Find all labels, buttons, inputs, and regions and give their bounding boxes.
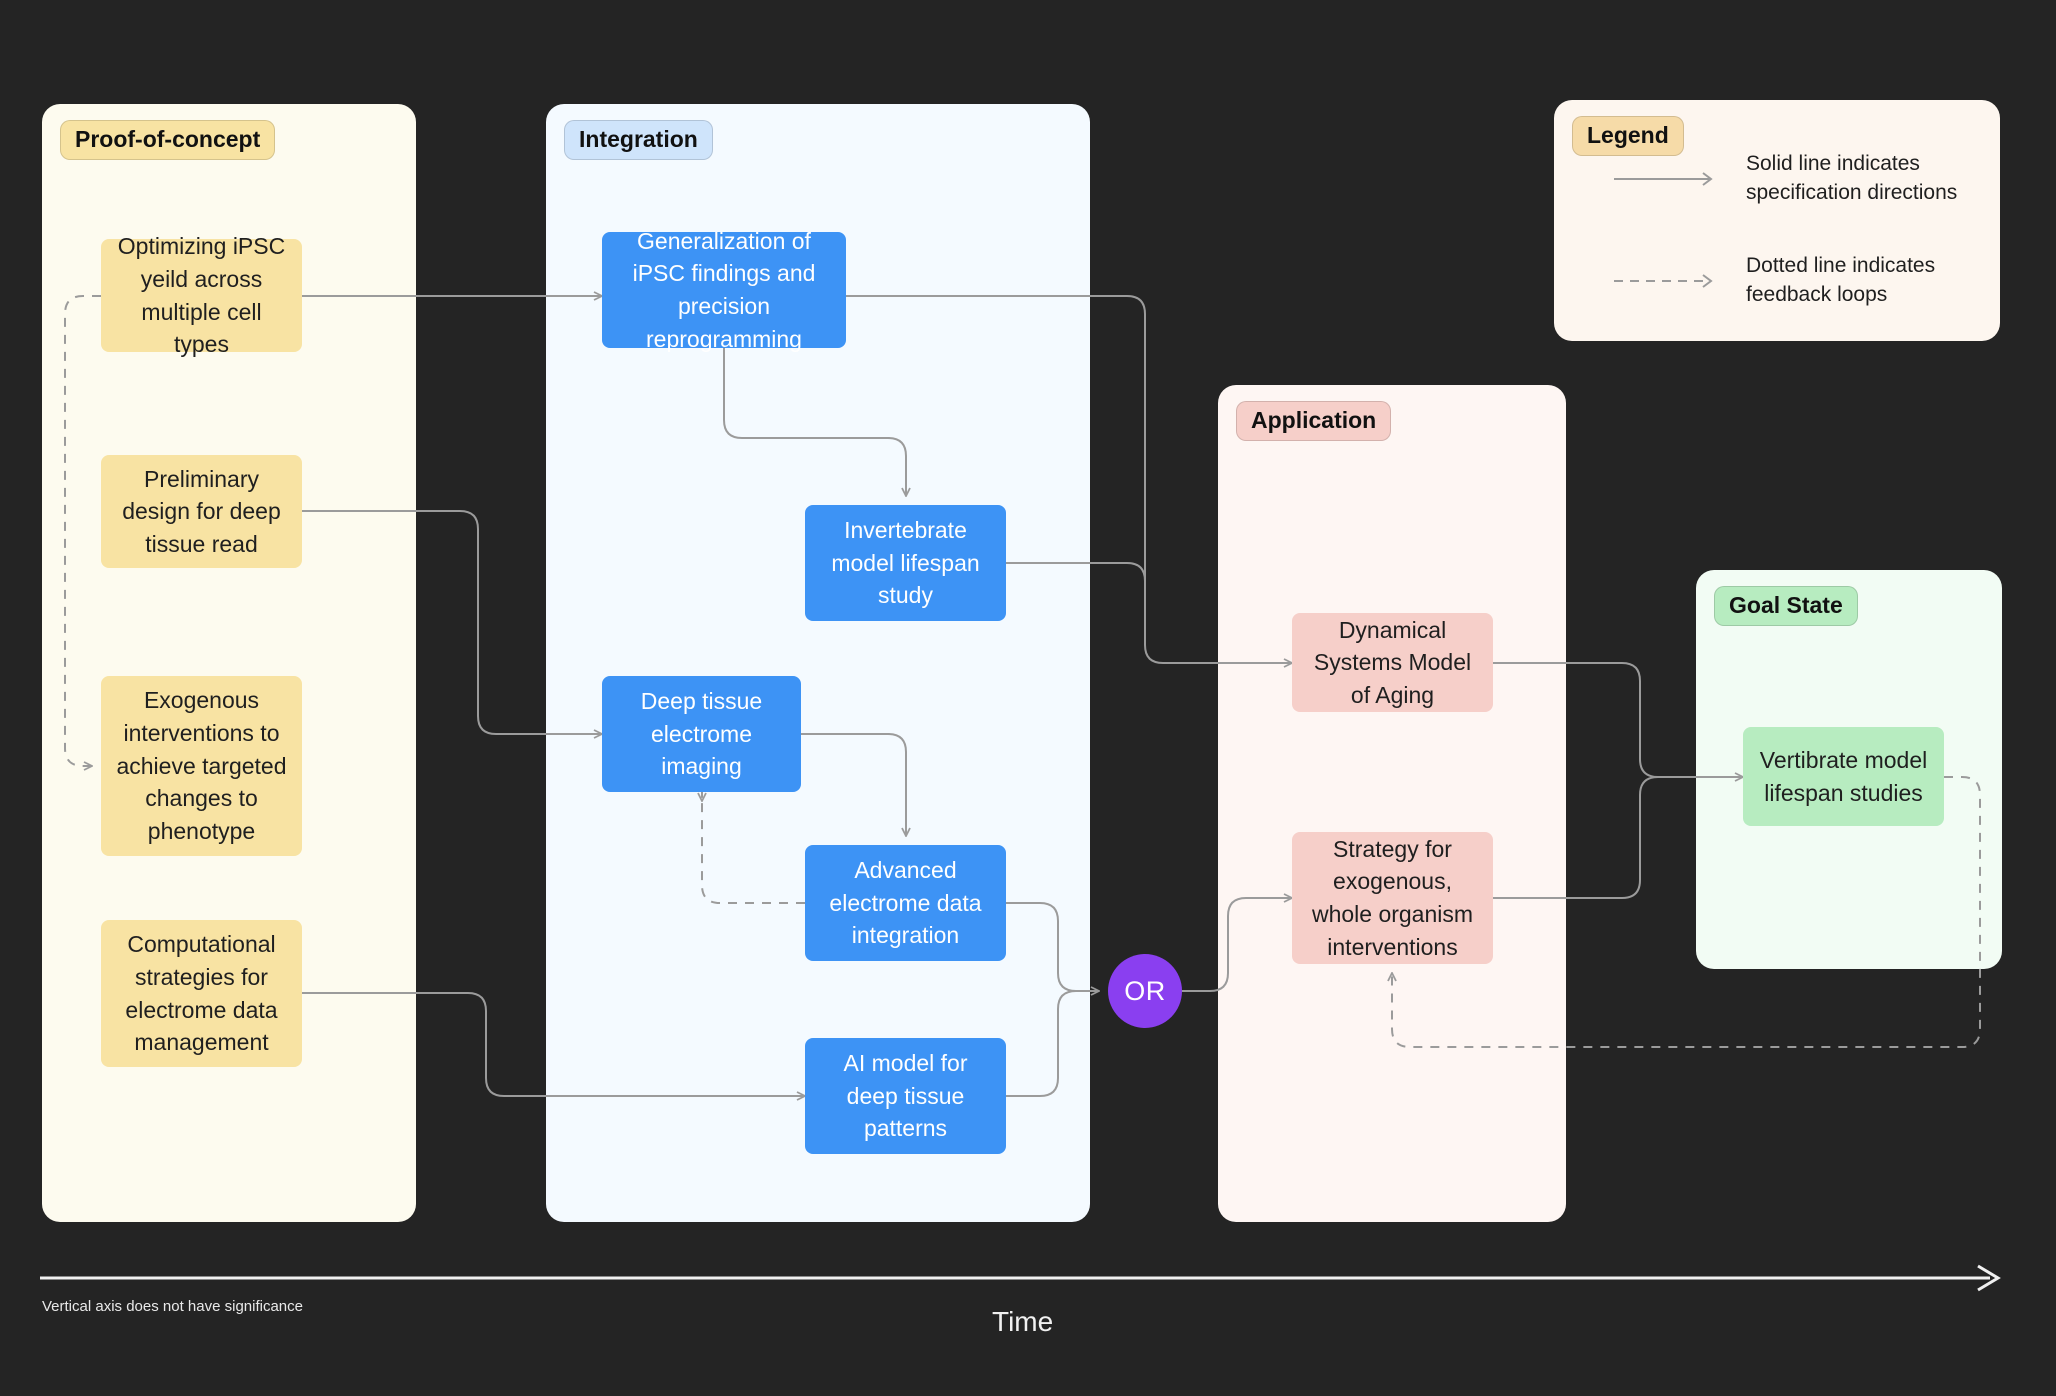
legend-solid-text: Solid line indicates specification direc… <box>1746 150 1957 208</box>
node-invertebrate-lifespan[interactable]: Invertebrate model lifespan study <box>805 505 1006 621</box>
time-axis <box>40 1264 2001 1292</box>
node-computational-strategies[interactable]: Computational strategies for electrome d… <box>101 920 302 1067</box>
node-label: Optimizing iPSC yeild across multiple ce… <box>117 233 286 358</box>
node-label: Vertibrate model lifespan studies <box>1759 746 1928 806</box>
swimlane-title-proof-of-concept: Proof-of-concept <box>60 120 276 160</box>
node-label: AI model for deep tissue patterns <box>843 1050 968 1142</box>
legend-dotted-line1: Dotted line indicates <box>1746 254 1936 277</box>
swimlane-title-goal-state: Goal State <box>1714 586 1858 626</box>
node-label: Exogenous interventions to achieve targe… <box>116 687 287 844</box>
node-label: Strategy for exogenous, whole organism i… <box>1311 835 1474 960</box>
node-label: Dynamical Systems Model of Aging <box>1313 616 1472 708</box>
node-label: Advanced electrome data integration <box>829 857 982 949</box>
legend-solid-line2: specification directions <box>1746 180 1958 204</box>
axis-label-time: Time <box>992 1306 1054 1337</box>
node-generalization-ipsc[interactable]: Generalization of iPSC findings and prec… <box>602 228 846 352</box>
node-label: Computational strategies for electrome d… <box>125 931 278 1056</box>
node-ai-model[interactable]: AI model for deep tissue patterns <box>805 1038 1006 1154</box>
node-optimizing-ipsc[interactable]: Optimizing iPSC yeild across multiple ce… <box>101 233 302 357</box>
legend-item-solid: Solid line indicates specification direc… <box>1614 150 1957 208</box>
node-preliminary-design[interactable]: Preliminary design for deep tissue read <box>101 455 302 568</box>
legend-solid-line1: Solid line indicates <box>1746 152 1920 175</box>
swimlane-title-integration: Integration <box>564 120 713 160</box>
or-gate-node[interactable]: OR <box>1108 954 1182 1028</box>
legend-dotted-line2: feedback loops <box>1746 282 1888 306</box>
node-label: Preliminary design for deep tissue read <box>122 465 281 557</box>
node-strategy-exogenous[interactable]: Strategy for exogenous, whole organism i… <box>1292 832 1493 964</box>
diagram-canvas: Proof-of-concept Integration Application… <box>0 0 2056 1396</box>
swimlane-title-application: Application <box>1236 401 1392 441</box>
node-label: Invertebrate model lifespan study <box>831 517 980 609</box>
dashed-line-icon <box>1614 274 1713 288</box>
swimlane-application <box>1218 385 1566 1222</box>
node-label: Generalization of iPSC findings and prec… <box>632 227 816 352</box>
node-label: Deep tissue electrome imaging <box>640 688 763 780</box>
legend-item-dotted: Dotted line indicates feedback loops <box>1614 252 1935 310</box>
axis-note: Vertical axis does not have significance <box>42 1298 303 1315</box>
node-advanced-electrome[interactable]: Advanced electrome data integration <box>805 845 1006 961</box>
solid-line-icon <box>1614 172 1713 186</box>
or-gate-label: OR <box>1124 975 1166 1006</box>
node-exogenous-interventions[interactable]: Exogenous interventions to achieve targe… <box>101 676 302 856</box>
node-dynamical-systems[interactable]: Dynamical Systems Model of Aging <box>1292 613 1493 712</box>
node-vertibrate-lifespan[interactable]: Vertibrate model lifespan studies <box>1743 727 1944 826</box>
node-deep-tissue-imaging[interactable]: Deep tissue electrome imaging <box>602 676 801 792</box>
legend-dotted-text: Dotted line indicates feedback loops <box>1746 252 1935 310</box>
